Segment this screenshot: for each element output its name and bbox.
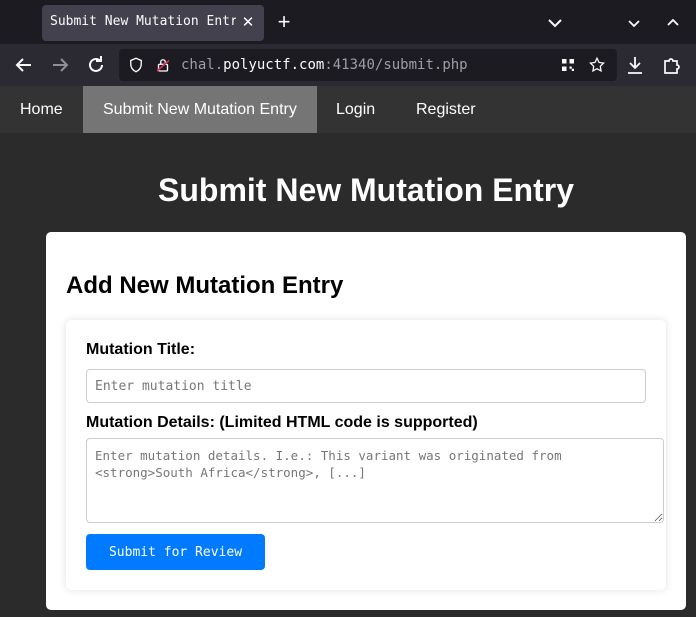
tab-list-chevron-icon[interactable]	[543, 11, 567, 35]
tab-close-icon[interactable]: ✕	[238, 13, 258, 33]
site-navigation: Home Submit New Mutation Entry Login Reg…	[0, 86, 696, 133]
form-heading: Add New Mutation Entry	[66, 272, 344, 299]
mutation-details-textarea[interactable]	[86, 438, 664, 523]
submit-for-review-button[interactable]: Submit for Review	[86, 534, 265, 570]
page-title: Submit New Mutation Entry	[158, 172, 574, 208]
mutation-title-input[interactable]	[86, 369, 646, 403]
browser-tab-active[interactable]: Submit New Mutation Entry ✕	[42, 5, 264, 41]
tab-title: Submit New Mutation Entry	[50, 14, 236, 29]
shield-icon[interactable]	[127, 56, 145, 74]
mutation-title-label: Mutation Title:	[86, 341, 196, 358]
lock-icon[interactable]	[154, 56, 172, 74]
url-prefix: chal.	[181, 57, 224, 73]
star-icon[interactable]	[588, 56, 606, 74]
address-bar[interactable]: chal.polyuctf.com:41340/submit.php	[119, 49, 617, 81]
main-card: Add New Mutation Entry Mutation Title: M…	[46, 232, 686, 610]
nav-link-submit[interactable]: Submit New Mutation Entry	[83, 86, 317, 133]
nav-link-home[interactable]: Home	[0, 86, 83, 133]
url-host: polyuctf.com	[223, 57, 325, 73]
back-arrow-icon[interactable]	[12, 53, 36, 77]
url-text[interactable]: chal.polyuctf.com:41340/submit.php	[181, 57, 468, 73]
window-chevron-up-icon[interactable]	[661, 11, 685, 35]
qr-code-icon[interactable]	[559, 56, 577, 74]
url-path: :41340/submit.php	[324, 57, 468, 73]
nav-link-register[interactable]: Register	[396, 86, 496, 133]
mutation-entry-form: Mutation Title: Mutation Details: (Limit…	[66, 320, 666, 590]
nav-link-login[interactable]: Login	[316, 86, 395, 133]
forward-arrow-icon[interactable]	[48, 53, 72, 77]
download-icon[interactable]	[623, 53, 647, 77]
window-chevron-down-icon[interactable]	[622, 11, 646, 35]
browser-tab-strip: Submit New Mutation Entry ✕ +	[0, 0, 696, 44]
puzzle-icon[interactable]	[660, 53, 684, 77]
browser-navigation-bar: chal.polyuctf.com:41340/submit.php	[0, 44, 696, 86]
mutation-details-label: Mutation Details: (Limited HTML code is …	[86, 414, 478, 431]
reload-icon[interactable]	[84, 53, 108, 77]
new-tab-button[interactable]: +	[272, 10, 296, 34]
